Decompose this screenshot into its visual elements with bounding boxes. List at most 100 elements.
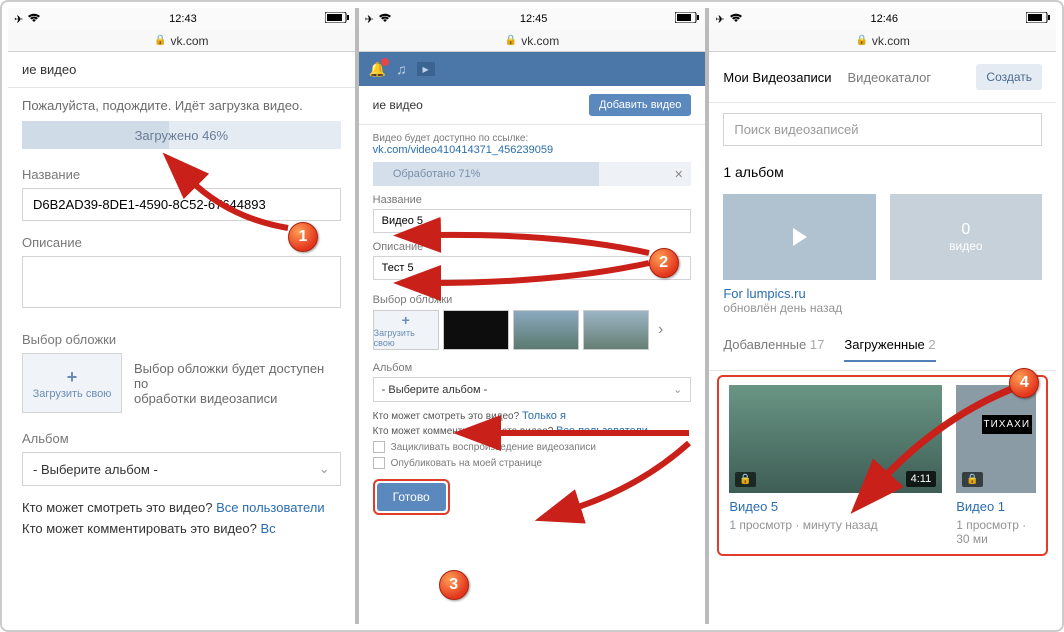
album-label: Альбом <box>22 431 341 446</box>
chevron-down-icon: ⌄ <box>319 461 330 477</box>
who-view-label: Кто может смотреть это видео? <box>373 411 520 422</box>
progress-text: Загружено 46% <box>135 128 229 143</box>
video-meta: 1 просмотр · 30 ми <box>956 518 1036 546</box>
phone-screen-2: ✈︎ 12:45 🔒 vk.com 🔔 ♫ ▶ ие видео Добавит… <box>357 8 708 624</box>
vk-header: 🔔 ♫ ▶ <box>359 52 706 86</box>
create-button[interactable]: Создать <box>976 64 1042 90</box>
wifi-icon <box>729 13 743 26</box>
video-title: Видео 5 <box>729 499 942 514</box>
notifications-icon[interactable]: 🔔 <box>369 61 386 78</box>
who-comment-link[interactable]: Все пользователи <box>556 425 648 437</box>
lock-icon: 🔒 <box>855 35 867 46</box>
status-bar: ✈︎ 12:45 <box>359 8 706 30</box>
battery-icon <box>675 12 699 26</box>
cover-thumb-2[interactable] <box>513 310 579 350</box>
address-bar[interactable]: 🔒 vk.com <box>8 30 355 52</box>
publish-checkbox-row[interactable]: Опубликовать на моей странице <box>373 457 692 469</box>
tab-my-videos[interactable]: Мои Видеозаписи <box>723 70 831 85</box>
description-label: Описание <box>373 241 692 253</box>
thumb-next-icon[interactable]: › <box>653 321 669 339</box>
battery-icon <box>1026 12 1050 26</box>
url-text: vk.com <box>521 34 559 48</box>
cover-label: Выбор обложки <box>22 332 341 347</box>
close-icon[interactable]: ✕ <box>674 168 683 181</box>
album-label: Альбом <box>373 362 692 374</box>
url-text: vk.com <box>171 34 209 48</box>
albums-count: 1 альбом <box>709 156 1056 180</box>
video-tabs: Добавленные 17 Загруженные 2 <box>709 329 1056 371</box>
url-text: vk.com <box>872 34 910 48</box>
lock-icon: 🔒 <box>505 35 517 46</box>
who-comment-label: Кто может комментировать это видео? <box>22 521 257 536</box>
cover-thumb-3[interactable] <box>583 310 649 350</box>
checkbox-icon <box>373 441 385 453</box>
description-input[interactable] <box>373 256 692 280</box>
upload-progress: Загружено 46% <box>22 121 341 149</box>
video-thumbnail: 🔒 ТИХАХИ <box>956 385 1036 493</box>
wifi-icon <box>378 13 392 26</box>
cover-thumb-1[interactable] <box>443 310 509 350</box>
who-comment-link[interactable]: Вс <box>260 521 275 536</box>
wifi-icon <box>27 13 41 26</box>
add-video-button[interactable]: Добавить видео <box>589 94 691 116</box>
title-input[interactable] <box>22 188 341 221</box>
video-link[interactable]: vk.com/video410414371_456239059 <box>373 144 553 156</box>
description-label: Описание <box>22 235 341 250</box>
video-card-1[interactable]: 🔒 4:11 Видео 5 1 просмотр · минуту назад <box>729 385 942 546</box>
sub-header: ие видео Добавить видео <box>359 86 706 125</box>
upload-wait-text: Пожалуйста, подождите. Идёт загрузка вид… <box>22 98 341 113</box>
video-title: Видео 1 <box>956 499 1036 514</box>
loop-checkbox-row[interactable]: Зацикливать воспроизведение видеозаписи <box>373 441 692 453</box>
album-thumbnail <box>723 194 875 280</box>
annotation-frame-videos: 🔒 4:11 Видео 5 1 просмотр · минуту назад… <box>717 375 1048 556</box>
video-thumbnail: 🔒 4:11 <box>729 385 942 493</box>
album-select[interactable]: - Выберите альбом - ⌄ <box>22 452 341 486</box>
video-duration: 4:11 <box>906 471 937 487</box>
tab-uploaded[interactable]: Загруженные 2 <box>844 337 935 362</box>
checkbox-icon <box>373 457 385 469</box>
description-input[interactable] <box>22 256 341 308</box>
phone-screen-3: ✈︎ 12:46 🔒 vk.com Мои Видеозаписи Видеок… <box>707 8 1056 624</box>
page-title-partial: ие видео <box>22 62 76 77</box>
title-label: Название <box>22 167 341 182</box>
video-overlay-text: ТИХАХИ <box>982 415 1033 434</box>
lock-icon: 🔒 <box>962 472 982 487</box>
upload-cover-button[interactable]: + Загрузить свою <box>22 353 122 413</box>
cover-label: Выбор обложки <box>373 294 692 306</box>
done-button[interactable]: Готово <box>377 483 446 511</box>
plus-icon: + <box>67 367 78 388</box>
page-content: ие видео Пожалуйста, подождите. Идёт заг… <box>8 52 355 624</box>
annotation-frame-done: Готово <box>373 479 450 515</box>
album-name: For lumpics.ru <box>723 286 875 301</box>
progress-text: Обработано 71% <box>393 168 481 180</box>
tab-added[interactable]: Добавленные 17 <box>723 337 824 362</box>
battery-icon <box>325 12 349 26</box>
cover-hint: Выбор обложки будет доступен по обработк… <box>134 361 341 406</box>
album-thumbnail-empty: 0 видео <box>890 194 1042 280</box>
album-card-empty[interactable]: 0 видео <box>890 194 1042 315</box>
music-icon[interactable]: ♫ <box>396 61 407 77</box>
tab-catalog[interactable]: Видеокаталог <box>848 70 932 85</box>
title-label: Название <box>373 194 692 206</box>
search-input[interactable]: Поиск видеозаписей <box>723 113 1042 146</box>
album-card[interactable]: For lumpics.ru обновлён день назад <box>723 194 875 315</box>
who-view-link[interactable]: Только я <box>522 410 566 422</box>
address-bar[interactable]: 🔒 vk.com <box>709 30 1056 52</box>
plus-icon: + <box>402 312 410 328</box>
status-bar: ✈︎ 12:46 <box>709 8 1056 30</box>
who-view-label: Кто может смотреть это видео? <box>22 500 212 515</box>
airplane-icon: ✈︎ <box>715 13 724 26</box>
album-select[interactable]: - Выберите альбом - ⌄ <box>373 377 692 402</box>
phone-screen-1: ✈︎ 12:43 🔒 vk.com ие видео Пожалуйста, п… <box>8 8 357 624</box>
page-content: 🔔 ♫ ▶ ие видео Добавить видео Видео буде… <box>359 52 706 624</box>
upload-cover-button[interactable]: + Загрузить свою <box>373 310 439 350</box>
title-input[interactable] <box>373 209 692 233</box>
who-comment-label: Кто может комментировать это видео? <box>373 426 554 437</box>
top-tabs: Мои Видеозаписи Видеокаталог Создать <box>709 52 1056 103</box>
video-section-icon[interactable]: ▶ <box>417 62 435 76</box>
address-bar[interactable]: 🔒 vk.com <box>359 30 706 52</box>
who-view-link[interactable]: Все пользователи <box>216 500 325 515</box>
status-time: 12:43 <box>169 13 197 25</box>
video-card-2[interactable]: 🔒 ТИХАХИ Видео 1 1 просмотр · 30 ми <box>956 385 1036 546</box>
airplane-icon: ✈︎ <box>365 13 374 26</box>
